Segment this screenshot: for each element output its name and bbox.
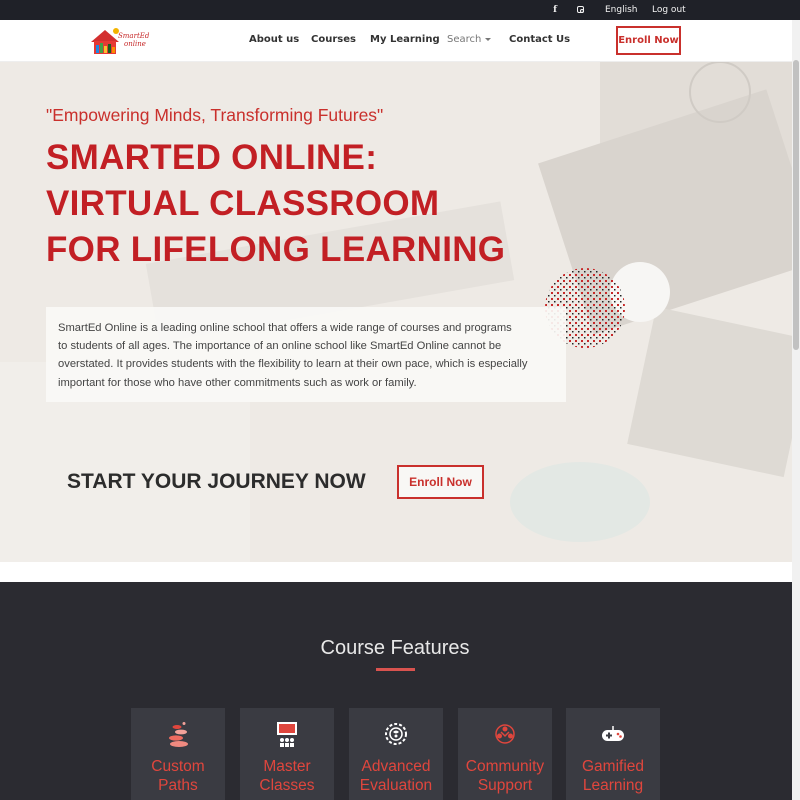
hero-headline-line3: FOR LIFELONG LEARNING	[46, 230, 506, 269]
logo-text: SmartEd online	[118, 32, 150, 48]
hero-tagline: "Empowering Minds, Transforming Futures"	[46, 105, 384, 125]
brain-gear-icon	[385, 723, 407, 745]
hero-description: SmartEd Online is a leading online schoo…	[46, 307, 566, 402]
nav-enroll-button[interactable]: Enroll Now	[616, 26, 681, 55]
title-underline	[376, 668, 415, 671]
facebook-icon[interactable]: f	[551, 0, 559, 20]
nav-my-learning[interactable]: My Learning	[370, 20, 440, 60]
hero-enroll-button[interactable]: Enroll Now	[397, 465, 484, 499]
page-scrollbar[interactable]	[792, 20, 800, 800]
feature-card-community-support[interactable]: Community Support	[458, 708, 552, 800]
community-icon	[495, 724, 515, 744]
start-journey-text: START YOUR JOURNEY NOW	[67, 470, 366, 493]
feature-card-custom-paths[interactable]: Custom Paths	[131, 708, 225, 800]
nav-search-dropdown[interactable]: Search	[447, 20, 492, 60]
main-navbar: SmartEd online About us Courses My Learn…	[0, 20, 800, 62]
caret-down-icon	[485, 37, 492, 41]
nav-courses[interactable]: Courses	[311, 20, 356, 60]
top-bar: f English Log out	[0, 0, 800, 20]
nav-contact-us[interactable]: Contact Us	[509, 20, 570, 60]
feature-label: Master Classes	[259, 758, 315, 794]
nav-search-label: Search	[447, 34, 482, 45]
scrollbar-thumb[interactable]	[793, 60, 799, 350]
hero-headline-line1: SMARTED ONLINE:	[46, 138, 378, 177]
feature-label: Advanced Evaluation	[359, 758, 433, 794]
course-features-section: Course Features Custom Paths Master Clas…	[0, 582, 800, 800]
nav-about-us[interactable]: About us	[249, 20, 299, 60]
feature-label: Custom Paths	[151, 758, 205, 794]
feature-card-gamified-learning[interactable]: Gamified Learning	[566, 708, 660, 800]
logout-link[interactable]: Log out	[652, 0, 686, 20]
instagram-icon[interactable]	[577, 0, 587, 20]
gamepad-icon	[602, 726, 624, 741]
feature-label: Community Support	[465, 758, 545, 794]
language-link[interactable]: English	[605, 0, 638, 20]
hero-headline-line2: VIRTUAL CLASSROOM	[46, 184, 440, 223]
stones-icon	[169, 722, 188, 747]
feature-card-advanced-evaluation[interactable]: Advanced Evaluation	[349, 708, 443, 800]
feature-label: Gamified Learning	[581, 758, 645, 794]
feature-card-master-classes[interactable]: Master Classes	[240, 708, 334, 800]
classroom-icon	[277, 722, 297, 747]
features-title: Course Features	[320, 637, 470, 659]
hero-section: "Empowering Minds, Transforming Futures"…	[0, 62, 800, 562]
